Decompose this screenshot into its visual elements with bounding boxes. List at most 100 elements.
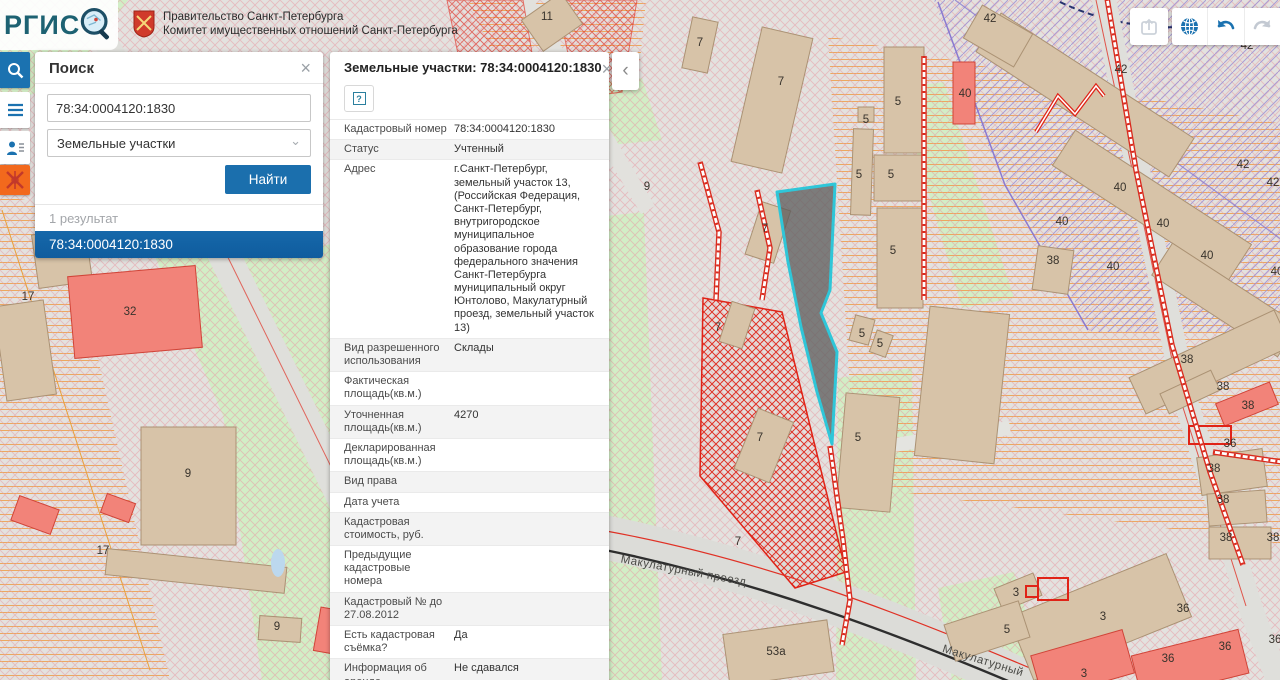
building-number-label: 40	[1157, 218, 1170, 230]
sidebar-spb-emblem-tool[interactable]	[0, 165, 30, 195]
detail-row: СтатусУчтенный	[330, 139, 609, 159]
identify-icon: ?	[353, 92, 366, 105]
building-number-label: 38	[1208, 463, 1221, 475]
search-result-item[interactable]: 78:34:0004120:1830	[35, 231, 323, 258]
detail-row: Кадастровый № до 27.08.2012	[330, 592, 609, 625]
detail-row: Предыдущие кадастровые номера	[330, 545, 609, 592]
detail-label: Адрес	[330, 162, 454, 335]
find-button[interactable]: Найти	[225, 165, 311, 194]
detail-value	[454, 474, 609, 489]
government-header: Правительство Санкт-Петербурга Комитет и…	[132, 9, 458, 39]
export-icon	[1139, 17, 1159, 37]
building-number-label: 38	[1181, 354, 1194, 366]
building-number-label: 7	[762, 223, 768, 235]
results-list: 78:34:0004120:1830	[35, 231, 323, 258]
detail-row: Вид разрешенного использованияСклады	[330, 338, 609, 371]
detail-value	[454, 515, 609, 543]
detail-row: Фактическая площадь(кв.м.)	[330, 371, 609, 404]
globe-icon	[1179, 16, 1200, 37]
detail-label: Предыдущие кадастровые номера	[330, 548, 454, 590]
building-number-label: 40	[1107, 261, 1120, 273]
building-number-label: 11	[541, 11, 553, 23]
building-number-label: 7	[715, 322, 721, 334]
detail-label: Есть кадастровая съёмка?	[330, 628, 454, 656]
building-number-label: 5	[863, 114, 869, 126]
building-number-label: 9	[185, 468, 191, 480]
sidebar-layers-menu[interactable]	[0, 92, 30, 128]
gov-line2: Комитет имущественных отношений Санкт-Пе…	[163, 24, 458, 38]
building-number-label: 3	[1081, 668, 1087, 680]
detail-label: Статус	[330, 142, 454, 157]
building-number-label: 36	[1269, 634, 1280, 646]
details-panel-close-icon[interactable]: ×	[602, 60, 609, 78]
detail-row: Вид права	[330, 471, 609, 491]
building-number-label: 40	[1056, 216, 1069, 228]
detail-row: Уточненная площадь(кв.м.)4270	[330, 405, 609, 438]
detail-value: Не сдавался	[454, 661, 609, 680]
detail-value	[454, 548, 609, 590]
building-number-label: 42	[984, 13, 997, 25]
detail-row: Кадастровая стоимость, руб.	[330, 512, 609, 545]
detail-row: Дата учета	[330, 492, 609, 512]
search-input[interactable]	[47, 94, 311, 122]
building-number-label: 42	[1237, 159, 1250, 171]
detail-value: Учтенный	[454, 142, 609, 157]
map-history-toolbar	[1172, 8, 1280, 45]
detail-label: Кадастровый номер	[330, 122, 454, 137]
building-number-label: 3	[1100, 611, 1106, 623]
redo-button[interactable]	[1245, 8, 1280, 45]
identify-button[interactable]: ?	[344, 85, 374, 112]
building-number-label: 17	[97, 545, 110, 557]
detail-value	[454, 495, 609, 510]
detail-label: Вид разрешенного использования	[330, 341, 454, 369]
building-number-label: 5	[890, 245, 896, 257]
detail-value	[454, 441, 609, 469]
building-number-label: 5	[877, 338, 883, 350]
user-legend-icon	[6, 140, 25, 156]
building-number-label: 38	[1267, 532, 1280, 544]
detail-row: Адресг.Санкт-Петербург, земельный участо…	[330, 159, 609, 337]
building-number-label: 38	[1217, 381, 1230, 393]
building-number-label: 7	[735, 536, 741, 548]
building-number-label: 32	[124, 306, 137, 318]
building-number-label: 5	[856, 169, 862, 181]
building-number-label: 38	[1217, 494, 1230, 506]
building-number-label: 36	[1224, 438, 1237, 450]
building-number-label: 36	[1219, 641, 1232, 653]
detail-label: Уточненная площадь(кв.м.)	[330, 408, 454, 436]
undo-button[interactable]	[1208, 8, 1244, 45]
sidebar-search-tool[interactable]	[0, 52, 30, 88]
building-number-label: 5	[859, 328, 865, 340]
details-table: Кадастровый номер78:34:0004120:1830Стату…	[330, 119, 609, 680]
building-number-label: 9	[274, 621, 280, 633]
building-number-label: 17	[22, 291, 35, 303]
detail-row: Есть кадастровая съёмка?Да	[330, 625, 609, 658]
detail-value: Да	[454, 628, 609, 656]
building-number-label: 3	[1013, 587, 1019, 599]
building-number-label: 5	[1004, 624, 1010, 636]
detail-value: г.Санкт-Петербург, земельный участок 13,…	[454, 162, 609, 335]
search-panel-close-icon[interactable]: ×	[300, 59, 311, 77]
chevron-down-icon: ⌄	[290, 133, 301, 149]
chevron-left-icon: ‹	[622, 60, 628, 82]
sidebar-user-tool[interactable]	[0, 131, 30, 164]
detail-row: Декларированная площадь(кв.м.)	[330, 438, 609, 471]
details-collapse-button[interactable]: ‹	[612, 52, 639, 90]
detail-row: Кадастровый номер78:34:0004120:1830	[330, 119, 609, 139]
export-button[interactable]	[1130, 8, 1168, 45]
details-panel-title: Земельные участки: 78:34:0004120:1830	[344, 60, 602, 75]
detail-label: Декларированная площадь(кв.м.)	[330, 441, 454, 469]
building-number-label: 7	[757, 432, 763, 444]
undo-icon	[1215, 18, 1237, 36]
globe-button[interactable]	[1172, 8, 1208, 45]
detail-label: Дата учета	[330, 495, 454, 510]
search-category-select[interactable]: Земельные участки ⌄	[47, 129, 311, 157]
detail-label: Вид права	[330, 474, 454, 489]
search-panel: Поиск × Земельные участки ⌄ Найти 1 резу…	[35, 52, 323, 258]
detail-row: Информация об арендеНе сдавался	[330, 658, 609, 680]
building-number-label: 42	[1115, 64, 1128, 76]
building-number-label: 36	[1177, 603, 1190, 615]
gov-line1: Правительство Санкт-Петербурга	[163, 10, 458, 24]
spb-coat-of-arms-icon	[132, 9, 156, 38]
building-number-label: 7	[697, 37, 703, 49]
